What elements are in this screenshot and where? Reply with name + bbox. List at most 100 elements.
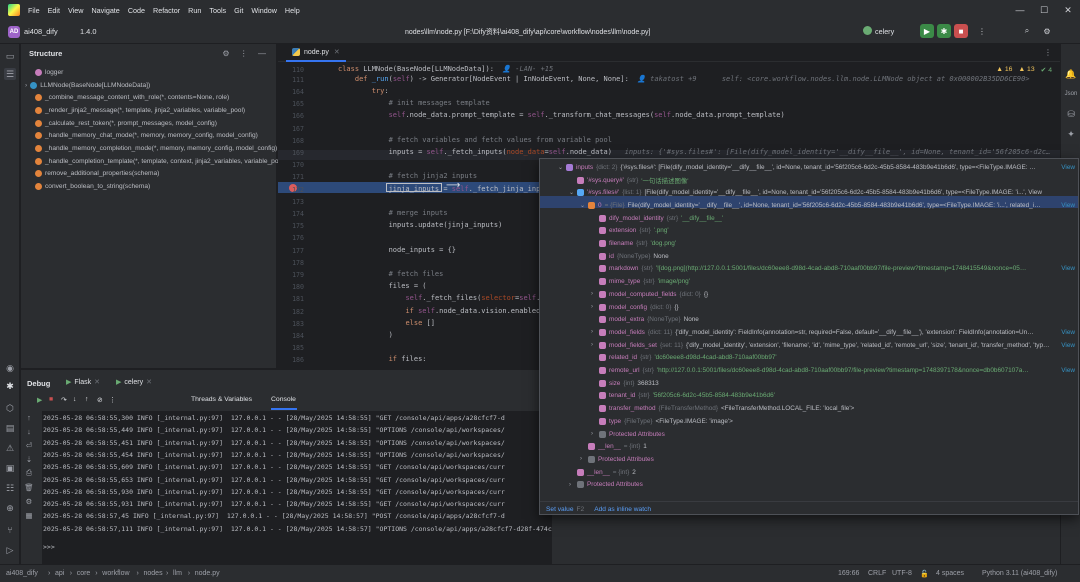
tab-node-py[interactable]: node.py ✕ xyxy=(286,44,346,62)
settings-icon[interactable]: ⚙ xyxy=(1040,24,1054,38)
scroll-up-icon[interactable]: ↑ xyxy=(24,412,34,422)
variable-inspector-popup[interactable]: ⌄ inputs {dict: 2} {'#sys.files#': [File(di… xyxy=(539,158,1079,515)
structure-item[interactable]: › LLMNode(BaseNode[LLMNodeData]) xyxy=(25,79,150,92)
variable-row[interactable]: ⌄ inputs {dict: 2} {'#sys.files#': [File(di… xyxy=(558,161,1078,174)
variable-row[interactable]: › model_computed_fields {dict: 0}{} xyxy=(591,288,1078,301)
chevron-right-icon[interactable]: › xyxy=(591,291,599,297)
breadcrumb-item[interactable]: llm xyxy=(173,570,182,577)
project-badge[interactable]: AD xyxy=(8,26,20,38)
menu-help[interactable]: Help xyxy=(285,6,300,15)
run-config-selector[interactable]: celery xyxy=(875,27,894,36)
close-icon[interactable]: ✕ xyxy=(1056,0,1080,20)
view-link[interactable]: View xyxy=(1061,202,1075,209)
structure-item[interactable]: _handle_memory_chat_mode(*, memory, memo… xyxy=(35,130,258,143)
menu-run[interactable]: Run xyxy=(188,6,201,15)
terminal-tool-icon[interactable]: ▣ xyxy=(4,462,16,474)
variable-row[interactable]: model_extra {NoneType} None xyxy=(591,313,1078,326)
menu-window[interactable]: Window xyxy=(251,6,277,15)
tab-threads-variables[interactable]: Threads & Variables xyxy=(191,396,252,403)
clear-all-icon[interactable]: 🗑 xyxy=(24,482,34,492)
caret-position[interactable]: 169:66 xyxy=(838,570,859,577)
tab-actions-icon[interactable]: ⋮ xyxy=(1044,48,1052,57)
scroll-to-end-icon[interactable]: ⇣ xyxy=(24,454,34,464)
variable-row[interactable]: ⌄ '#sys.files#' {list: 1} [File(dify_model_… xyxy=(569,186,1078,199)
search-everywhere-icon[interactable]: ⌕ xyxy=(1020,24,1034,38)
variable-row[interactable]: id {NoneType} None xyxy=(591,250,1078,263)
menu-navigate[interactable]: Navigate xyxy=(91,6,119,15)
chevron-down-icon[interactable]: ⌄ xyxy=(558,164,566,171)
print-icon[interactable]: ⎙ xyxy=(24,468,34,478)
menu-file[interactable]: File xyxy=(28,6,40,15)
variable-row[interactable]: filename {str}'dog.png' xyxy=(591,237,1078,250)
settings-icon[interactable]: ⚙ xyxy=(24,496,34,506)
breadcrumb-item[interactable]: core xyxy=(77,570,91,577)
chevron-right-icon[interactable]: › xyxy=(591,342,599,348)
chevron-right-icon[interactable]: › xyxy=(25,82,27,89)
structure-item[interactable]: _combine_message_content_with_role(*, co… xyxy=(35,91,229,104)
endpoints-tool-icon[interactable]: ⊕ xyxy=(4,502,16,514)
variable-row[interactable]: transfer_method {FileTransferMethod} <File… xyxy=(591,402,1078,415)
step-over-icon[interactable]: ↷ xyxy=(61,396,67,404)
view-link[interactable]: View xyxy=(1061,329,1075,336)
project-selector[interactable]: ai408_dify xyxy=(24,27,58,36)
variable-row[interactable]: __len__ = {int} 2 xyxy=(569,466,1078,479)
mute-breakpoints-icon[interactable]: ⊘ xyxy=(97,396,103,404)
chevron-right-icon[interactable]: › xyxy=(569,482,577,488)
structure-item[interactable]: logger xyxy=(35,66,63,79)
python-interpreter[interactable]: Python 3.11 (ai408_dify) xyxy=(982,570,1057,577)
variable-row[interactable]: related_id {str}'dc60eee8-d98d-4cad-abd8-… xyxy=(591,352,1078,365)
menu-tools[interactable]: Tools xyxy=(209,6,226,15)
variable-row[interactable]: › model_fields {dict: 11} {'dify_model_iden… xyxy=(591,326,1078,339)
stop-debug-icon[interactable]: ■ xyxy=(49,396,53,403)
tab-console[interactable]: Console xyxy=(271,396,296,403)
maximize-icon[interactable]: ☐ xyxy=(1032,0,1056,20)
variable-row[interactable]: › Protected Attributes xyxy=(580,453,1078,466)
variable-row[interactable]: extension {str} '.png' xyxy=(591,225,1078,238)
file-encoding[interactable]: UTF-8 xyxy=(892,570,912,577)
menu-refactor[interactable]: Refactor xyxy=(153,6,180,15)
variable-row[interactable]: ⌄ 0 = {File} File(dify_model_identity='__di… xyxy=(580,199,1078,212)
variable-row[interactable]: tenant_id {str} '56f205c6-6d2c-45b5-8584-4… xyxy=(591,390,1078,403)
view-link[interactable]: View xyxy=(1061,164,1075,171)
variable-row[interactable]: __len__ = {int} 1 xyxy=(580,440,1078,453)
variable-row[interactable]: mime_type {str}'image/png' xyxy=(591,275,1078,288)
view-link[interactable]: View xyxy=(1061,265,1075,272)
git-tool-icon[interactable]: ⑂ xyxy=(4,524,16,536)
minimize-icon[interactable]: — xyxy=(1008,0,1032,20)
structure-item[interactable]: _calculate_rest_token(*, prompt_messages… xyxy=(35,117,217,130)
view-link[interactable]: View xyxy=(1061,342,1075,349)
notifications-icon[interactable]: 🔔 xyxy=(1065,68,1077,80)
more-actions-icon[interactable]: ⋮ xyxy=(975,24,989,38)
chevron-right-icon[interactable]: › xyxy=(591,431,599,437)
python-console-icon[interactable]: ▤ xyxy=(4,422,16,434)
tab-close-icon[interactable]: ✕ xyxy=(334,48,340,56)
debug-icon[interactable]: ✱ xyxy=(937,24,951,38)
branch-selector[interactable]: 1.4.0 xyxy=(80,27,96,36)
chevron-right-icon[interactable]: › xyxy=(580,456,588,462)
step-into-icon[interactable]: ↓ xyxy=(73,396,76,403)
tab-close-icon[interactable]: ✕ xyxy=(94,378,100,386)
breadcrumb-item[interactable]: node.py xyxy=(195,570,220,577)
breadcrumb-item[interactable]: api xyxy=(55,570,64,577)
variable-row[interactable]: dify_model_identity {str} '__dify__file__' xyxy=(591,212,1078,225)
run-icon[interactable]: ▶ xyxy=(920,24,934,38)
problems-tool-icon[interactable]: ⚠ xyxy=(4,442,16,454)
menu-view[interactable]: View xyxy=(68,6,83,15)
run-tool-icon[interactable]: ▷ xyxy=(4,544,16,556)
menu-code[interactable]: Code xyxy=(128,6,145,15)
debug-more-icon[interactable]: ⋮ xyxy=(109,396,116,404)
variable-row[interactable]: '#sys.query#' {str} '一句话描述图像' xyxy=(569,174,1078,187)
variable-row[interactable]: › model_config {dict: 0}{} xyxy=(591,301,1078,314)
view-link[interactable]: View xyxy=(1061,367,1075,374)
add-inline-watch-link[interactable]: Add as inline watch xyxy=(594,506,651,513)
services-tool-icon[interactable]: ◉ xyxy=(4,362,16,374)
project-tool-icon[interactable]: ▭ xyxy=(4,50,16,62)
debug-tab-celery[interactable]: ▶ celery ✕ xyxy=(116,378,152,387)
todo-tool-icon[interactable]: ☷ xyxy=(4,482,16,494)
variable-row[interactable]: › Protected Attributes xyxy=(591,428,1078,441)
chevron-down-icon[interactable]: ⌄ xyxy=(580,202,588,209)
breadcrumb-item[interactable]: nodes xyxy=(144,570,163,577)
tab-close-icon[interactable]: ✕ xyxy=(146,378,152,386)
chevron-right-icon[interactable]: › xyxy=(591,329,599,335)
variable-row[interactable]: remote_url {str}'http://127.0.0.1:5001/fi… xyxy=(591,364,1078,377)
